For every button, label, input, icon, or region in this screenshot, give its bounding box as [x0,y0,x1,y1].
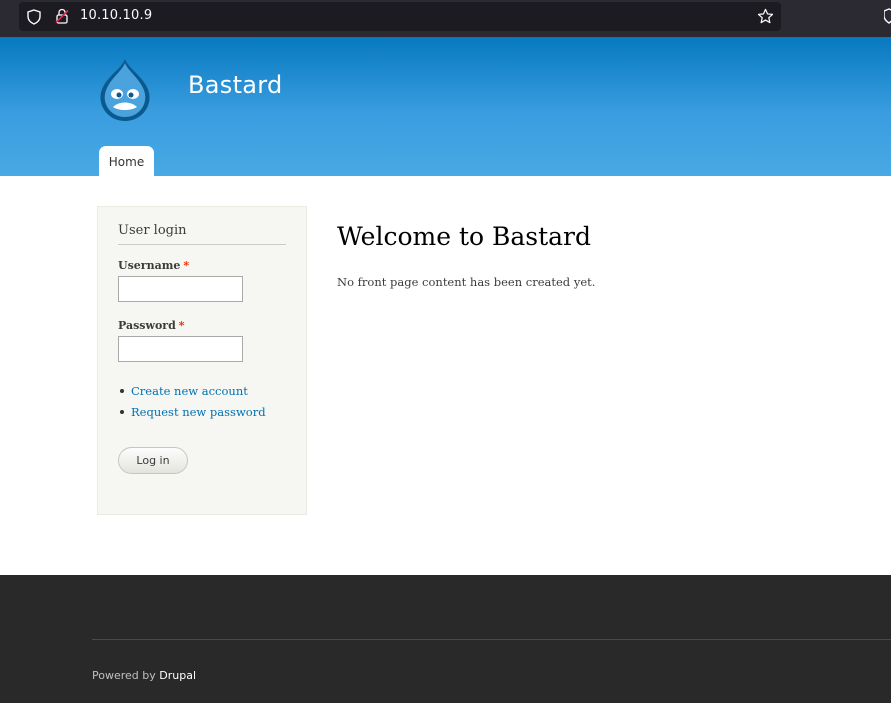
url-text[interactable]: 10.10.10.9 [80,8,152,23]
tab-home[interactable]: Home [99,146,154,176]
user-login-block: User login Username * Password * Create ne… [97,206,307,515]
username-input[interactable] [118,276,243,302]
password-input[interactable] [118,336,243,362]
request-password-label[interactable]: Request new password [131,405,266,419]
username-label-text: Username [118,259,181,272]
password-label: Password * [118,319,185,332]
log-in-button[interactable]: Log in [118,447,188,474]
site-footer: Powered by Drupal [0,575,891,703]
shield-icon[interactable] [27,9,41,25]
site-name[interactable]: Bastard [188,71,283,99]
front-page-message: No front page content has been created y… [337,275,596,289]
create-account-label[interactable]: Create new account [131,384,248,398]
page-title: Welcome to Bastard [337,222,592,251]
footer-divider [92,639,891,640]
required-marker: * [178,319,185,332]
create-account-link[interactable]: Create new account [118,383,266,404]
drupal-logo-icon[interactable] [95,57,155,123]
lock-slash-icon[interactable] [55,8,69,24]
toolbar-shield-icon[interactable] [884,8,891,24]
request-password-link[interactable]: Request new password [118,404,266,425]
block-title: User login [118,223,286,245]
powered-by-text: Powered by [92,669,156,682]
powered-by: Powered by Drupal [92,669,196,682]
required-marker: * [183,259,190,272]
bullet [120,410,124,414]
browser-toolbar: 10.10.10.9 [0,0,891,37]
site-header: Bastard Home [0,37,891,176]
username-label: Username * [118,259,189,272]
address-bar[interactable]: 10.10.10.9 [19,2,781,31]
drupal-link[interactable]: Drupal [159,669,196,682]
password-label-text: Password [118,319,176,332]
bookmark-star-icon[interactable] [757,8,774,25]
bullet [120,389,124,393]
login-links: Create new account Request new password [118,383,266,425]
